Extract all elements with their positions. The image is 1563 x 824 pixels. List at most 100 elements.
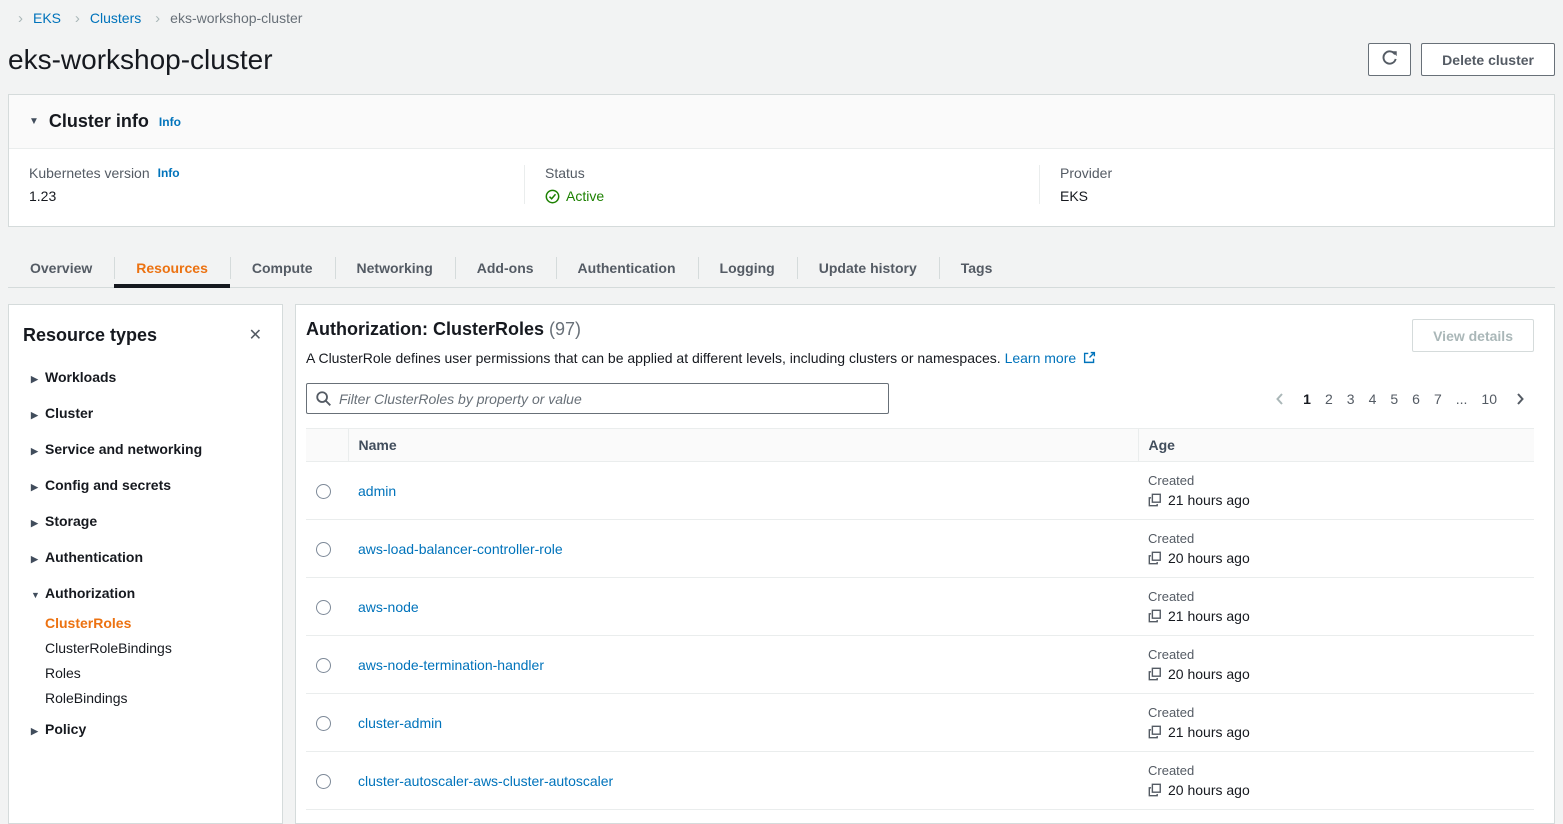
page-number-button[interactable]: 2 — [1318, 387, 1340, 411]
page-number-button[interactable]: 5 — [1383, 387, 1405, 411]
page-number-button[interactable]: 6 — [1405, 387, 1427, 411]
row-radio-button[interactable] — [316, 542, 331, 557]
delete-cluster-button[interactable]: Delete cluster — [1421, 43, 1555, 76]
sidebar-item[interactable]: Service and networking — [21, 431, 270, 467]
age-value: 20 hours ago — [1168, 666, 1250, 682]
page-number-button[interactable]: 4 — [1362, 387, 1384, 411]
breadcrumb-item[interactable]: Clusters — [65, 10, 141, 26]
resource-types-list: Workloads Cluster Service and networking — [21, 359, 270, 747]
sidebar-item[interactable]: Authentication — [21, 539, 270, 575]
name-cell: aws-node — [348, 578, 1138, 636]
chevron-left-icon[interactable] — [1266, 389, 1294, 409]
collapse-arrow-icon[interactable]: ▼ — [29, 116, 39, 127]
tab[interactable]: Update history — [797, 249, 939, 287]
filter-input[interactable] — [306, 383, 889, 414]
table-row: aws-load-balancer-controller-role Create… — [306, 520, 1534, 578]
page-header: eks-workshop-cluster Delete cluster — [8, 43, 1555, 76]
cluster-info-info-link[interactable]: Info — [159, 115, 181, 129]
row-radio-button[interactable] — [316, 484, 331, 499]
clusterrole-name-link[interactable]: aws-node-termination-handler — [358, 657, 544, 673]
table-row: admin Created 21 hours ago — [306, 462, 1534, 520]
tab[interactable]: Tags — [939, 249, 1015, 287]
page-title: eks-workshop-cluster — [8, 44, 273, 76]
row-radio-button[interactable] — [316, 774, 331, 789]
clusterroles-panel: Authorization: ClusterRoles (97) A Clust… — [295, 304, 1555, 824]
age-value: 21 hours ago — [1168, 492, 1250, 508]
field-value: EKS — [1060, 188, 1534, 204]
sidebar-item[interactable]: Authorization — [21, 575, 270, 611]
chevron-right-icon[interactable] — [1506, 389, 1534, 409]
sidebar-item-label: Authentication — [45, 549, 143, 565]
table-row: aws-node-termination-handler Created 20 … — [306, 636, 1534, 694]
name-cell: admin — [348, 462, 1138, 520]
age-cell: Created 20 hours ago — [1138, 752, 1534, 810]
clusterrole-name-link[interactable]: admin — [358, 483, 396, 499]
refresh-button[interactable] — [1368, 43, 1411, 76]
copy-icon[interactable] — [1148, 667, 1162, 681]
row-radio-button[interactable] — [316, 716, 331, 731]
clusterrole-name-link[interactable]: aws-load-balancer-controller-role — [358, 541, 563, 557]
copy-icon[interactable] — [1148, 725, 1162, 739]
copy-icon[interactable] — [1148, 783, 1162, 797]
field-label: Status — [545, 165, 1019, 181]
sidebar-item-label: Policy — [45, 721, 86, 737]
tab[interactable]: Overview — [8, 249, 114, 287]
sidebar-item[interactable]: RoleBindings — [21, 686, 270, 711]
age-value: 20 hours ago — [1168, 782, 1250, 798]
table-body: admin Created 21 hours ago — [306, 462, 1534, 810]
clusterrole-name-link[interactable]: cluster-autoscaler-aws-cluster-autoscale… — [358, 773, 613, 789]
copy-icon[interactable] — [1148, 609, 1162, 623]
copy-icon[interactable] — [1148, 493, 1162, 507]
sidebar-item[interactable]: ClusterRoleBindings — [21, 636, 270, 661]
close-icon[interactable]: ✕ — [243, 323, 268, 347]
clusterroles-table: Name Age admin — [306, 428, 1534, 810]
tree-arrow-icon — [31, 441, 39, 457]
age-cell: Created 21 hours ago — [1138, 694, 1534, 752]
age-cell: Created 20 hours ago — [1138, 636, 1534, 694]
panel-title: Authorization: ClusterRoles (97) — [306, 319, 1096, 340]
page-number-button[interactable]: 3 — [1340, 387, 1362, 411]
age-column-header[interactable]: Age — [1138, 429, 1534, 462]
page-number-button[interactable]: 1 — [1296, 387, 1318, 411]
tree-arrow-icon — [31, 405, 39, 421]
sidebar-item[interactable]: Workloads — [21, 359, 270, 395]
sidebar-item[interactable]: Policy — [21, 711, 270, 747]
sidebar-item-label: Roles — [45, 665, 81, 681]
tab[interactable]: Authentication — [556, 249, 698, 287]
learn-more-link[interactable]: Learn more — [1005, 350, 1096, 366]
cluster-info-field: Status Active — [524, 165, 1039, 204]
field-info-link[interactable]: Info — [158, 166, 180, 180]
sidebar-item[interactable]: Config and secrets — [21, 467, 270, 503]
view-details-button[interactable]: View details — [1412, 319, 1534, 352]
selection-cell — [306, 520, 348, 578]
sidebar-item[interactable]: Roles — [21, 661, 270, 686]
breadcrumb-item[interactable]: eks-workshop-cluster — [145, 10, 302, 26]
sidebar-item[interactable]: ClusterRoles — [21, 611, 270, 636]
clusterrole-name-link[interactable]: cluster-admin — [358, 715, 442, 731]
sidebar-item[interactable]: Storage — [21, 503, 270, 539]
copy-icon[interactable] — [1148, 551, 1162, 565]
tab[interactable]: Networking — [335, 249, 455, 287]
row-radio-button[interactable] — [316, 600, 331, 615]
resource-types-sidebar: Resource types ✕ Workloads Cluster — [8, 304, 283, 824]
field-label: Kubernetes version Info — [29, 165, 504, 181]
tab[interactable]: Logging — [698, 249, 797, 287]
description-text: A ClusterRole defines user permissions t… — [306, 350, 1001, 366]
field-value: 1.23 — [29, 188, 504, 204]
status-ok-icon — [545, 189, 560, 204]
field-label-text: Status — [545, 165, 585, 181]
cluster-info-header[interactable]: ▼ Cluster info Info — [9, 95, 1554, 149]
panel-head-left: Authorization: ClusterRoles (97) A Clust… — [306, 319, 1096, 367]
page-number-button[interactable]: 10 — [1474, 387, 1504, 411]
tab[interactable]: Resources — [114, 249, 230, 287]
sidebar-item-label: Service and networking — [45, 441, 202, 457]
clusterrole-name-link[interactable]: aws-node — [358, 599, 419, 615]
tab[interactable]: Compute — [230, 249, 335, 287]
table-header: Name Age — [306, 429, 1534, 462]
row-radio-button[interactable] — [316, 658, 331, 673]
name-column-header[interactable]: Name — [348, 429, 1138, 462]
sidebar-item[interactable]: Cluster — [21, 395, 270, 431]
tab[interactable]: Add-ons — [455, 249, 556, 287]
page-number-button[interactable]: 7 — [1427, 387, 1449, 411]
breadcrumb-item[interactable]: EKS — [8, 10, 61, 26]
